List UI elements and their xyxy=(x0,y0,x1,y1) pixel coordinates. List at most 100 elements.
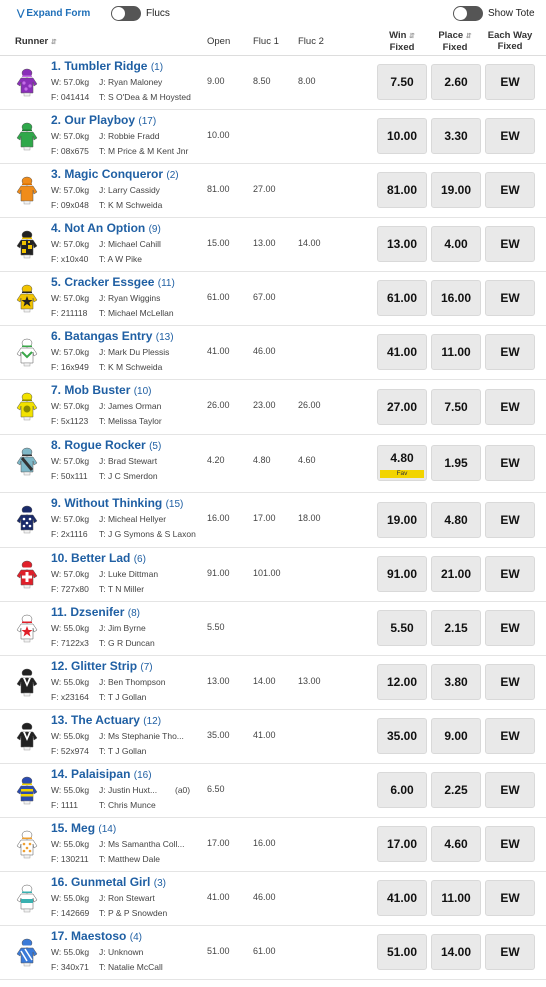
runner-name-link[interactable]: 12. Glitter Strip (7) xyxy=(51,659,153,673)
runner-name-link[interactable]: 17. Maestoso (4) xyxy=(51,929,142,943)
trainer[interactable]: T: T J Gollan xyxy=(99,692,146,702)
place-fixed-button[interactable]: 21.00 xyxy=(431,556,481,592)
jockey[interactable]: J: Luke Dittman xyxy=(99,569,158,579)
jockey[interactable]: J: Michael Cahill xyxy=(99,239,161,249)
runner-name-link[interactable]: 9. Without Thinking (15) xyxy=(51,496,183,510)
runner-name-link[interactable]: 5. Cracker Essgee (11) xyxy=(51,275,175,289)
win-fixed-button[interactable]: 51.00 xyxy=(377,934,427,970)
win-fixed-button[interactable]: 4.80 Fav xyxy=(377,445,427,481)
each-way-button[interactable]: EW xyxy=(485,826,535,862)
runner-name-link[interactable]: 16. Gunmetal Girl (3) xyxy=(51,875,166,889)
trainer[interactable]: T: Chris Munce xyxy=(99,800,156,810)
jockey[interactable]: J: Brad Stewart xyxy=(99,456,157,466)
win-fixed-button[interactable]: 17.00 xyxy=(377,826,427,862)
runner-name-link[interactable]: 7. Mob Buster (10) xyxy=(51,383,152,397)
place-fixed-button[interactable]: 4.60 xyxy=(431,826,481,862)
place-fixed-button[interactable]: 4.00 xyxy=(431,226,481,262)
place-fixed-button[interactable]: 3.30 xyxy=(431,118,481,154)
each-way-button[interactable]: EW xyxy=(485,664,535,700)
win-fixed-button[interactable]: 41.00 xyxy=(377,880,427,916)
jockey[interactable]: J: Ryan Wiggins xyxy=(99,293,160,303)
each-way-button[interactable]: EW xyxy=(485,226,535,262)
place-fixed-button[interactable]: 14.00 xyxy=(431,934,481,970)
trainer[interactable]: T: M Price & M Kent Jnr xyxy=(99,146,188,156)
each-way-button[interactable]: EW xyxy=(485,772,535,808)
jockey[interactable]: J: Ms Samantha Coll... xyxy=(99,839,185,849)
each-way-button[interactable]: EW xyxy=(485,334,535,370)
jockey[interactable]: J: Micheal Hellyer xyxy=(99,514,166,524)
trainer[interactable]: T: T J Gollan xyxy=(99,746,146,756)
runner-name-link[interactable]: 2. Our Playboy (17) xyxy=(51,113,156,127)
win-fixed-button[interactable]: 81.00 xyxy=(377,172,427,208)
jockey[interactable]: J: Ms Stephanie Tho... xyxy=(99,731,184,741)
expand-form-button[interactable]: ⋁ Expand Form xyxy=(17,8,90,19)
win-fixed-button[interactable]: 5.50 xyxy=(377,610,427,646)
place-fixed-button[interactable]: 19.00 xyxy=(431,172,481,208)
trainer[interactable]: T: J G Symons & S Laxon xyxy=(99,529,196,539)
runner-name-link[interactable]: 10. Better Lad (6) xyxy=(51,551,146,565)
win-fixed-sort-header[interactable]: Win ⇵ Fixed xyxy=(380,30,424,53)
each-way-button[interactable]: EW xyxy=(485,556,535,592)
place-fixed-button[interactable]: 2.15 xyxy=(431,610,481,646)
jockey[interactable]: J: Justin Huxt... xyxy=(99,785,157,795)
win-fixed-button[interactable]: 13.00 xyxy=(377,226,427,262)
runner-name-link[interactable]: 3. Magic Conqueror (2) xyxy=(51,167,179,181)
jockey[interactable]: J: Jim Byrne xyxy=(99,623,146,633)
trainer[interactable]: T: Natalie McCall xyxy=(99,962,163,972)
each-way-button[interactable]: EW xyxy=(485,445,535,481)
runner-name-link[interactable]: 11. Dzsenifer (8) xyxy=(51,605,140,619)
each-way-button[interactable]: EW xyxy=(485,389,535,425)
runner-name-link[interactable]: 1. Tumbler Ridge (1) xyxy=(51,59,163,73)
place-fixed-button[interactable]: 11.00 xyxy=(431,334,481,370)
place-fixed-sort-header[interactable]: Place ⇵ Fixed xyxy=(433,30,477,53)
trainer[interactable]: T: K M Schweida xyxy=(99,362,162,372)
runner-name-link[interactable]: 15. Meg (14) xyxy=(51,821,116,835)
each-way-button[interactable]: EW xyxy=(485,502,535,538)
trainer[interactable]: T: Melissa Taylor xyxy=(99,416,162,426)
win-fixed-button[interactable]: 61.00 xyxy=(377,280,427,316)
jockey[interactable]: J: Mark Du Plessis xyxy=(99,347,169,357)
win-fixed-button[interactable]: 91.00 xyxy=(377,556,427,592)
trainer[interactable]: T: K M Schweida xyxy=(99,200,162,210)
trainer[interactable]: T: G R Duncan xyxy=(99,638,155,648)
jockey[interactable]: J: Robbie Fradd xyxy=(99,131,159,141)
win-fixed-button[interactable]: 35.00 xyxy=(377,718,427,754)
jockey[interactable]: J: James Orman xyxy=(99,401,161,411)
flucs-toggle[interactable] xyxy=(111,6,141,21)
each-way-button[interactable]: EW xyxy=(485,64,535,100)
win-fixed-button[interactable]: 41.00 xyxy=(377,334,427,370)
win-fixed-button[interactable]: 6.00 xyxy=(377,772,427,808)
place-fixed-button[interactable]: 4.80 xyxy=(431,502,481,538)
each-way-button[interactable]: EW xyxy=(485,610,535,646)
runner-sort-header[interactable]: Runner ⇵ xyxy=(15,36,57,47)
place-fixed-button[interactable]: 7.50 xyxy=(431,389,481,425)
runner-name-link[interactable]: 13. The Actuary (12) xyxy=(51,713,161,727)
jockey[interactable]: J: Ryan Maloney xyxy=(99,77,162,87)
jockey[interactable]: J: Unknown xyxy=(99,947,143,957)
jockey[interactable]: J: Larry Cassidy xyxy=(99,185,160,195)
place-fixed-button[interactable]: 3.80 xyxy=(431,664,481,700)
jockey[interactable]: J: Ben Thompson xyxy=(99,677,165,687)
win-fixed-button[interactable]: 19.00 xyxy=(377,502,427,538)
win-fixed-button[interactable]: 12.00 xyxy=(377,664,427,700)
trainer[interactable]: T: A W Pike xyxy=(99,254,142,264)
each-way-button[interactable]: EW xyxy=(485,280,535,316)
trainer[interactable]: T: J C Smerdon xyxy=(99,471,158,481)
trainer[interactable]: T: Matthew Dale xyxy=(99,854,160,864)
runner-name-link[interactable]: 6. Batangas Entry (13) xyxy=(51,329,174,343)
runner-name-link[interactable]: 8. Rogue Rocker (5) xyxy=(51,438,161,452)
win-fixed-button[interactable]: 10.00 xyxy=(377,118,427,154)
trainer[interactable]: T: Michael McLellan xyxy=(99,308,174,318)
runner-name-link[interactable]: 4. Not An Option (9) xyxy=(51,221,161,235)
place-fixed-button[interactable]: 2.60 xyxy=(431,64,481,100)
each-way-button[interactable]: EW xyxy=(485,118,535,154)
each-way-button[interactable]: EW xyxy=(485,718,535,754)
place-fixed-button[interactable]: 1.95 xyxy=(431,445,481,481)
jockey[interactable]: J: Ron Stewart xyxy=(99,893,155,903)
runner-name-link[interactable]: 14. Palaisipan (16) xyxy=(51,767,152,781)
place-fixed-button[interactable]: 2.25 xyxy=(431,772,481,808)
trainer[interactable]: T: T N Miller xyxy=(99,584,144,594)
each-way-button[interactable]: EW xyxy=(485,172,535,208)
win-fixed-button[interactable]: 7.50 xyxy=(377,64,427,100)
show-tote-toggle[interactable] xyxy=(453,6,483,21)
